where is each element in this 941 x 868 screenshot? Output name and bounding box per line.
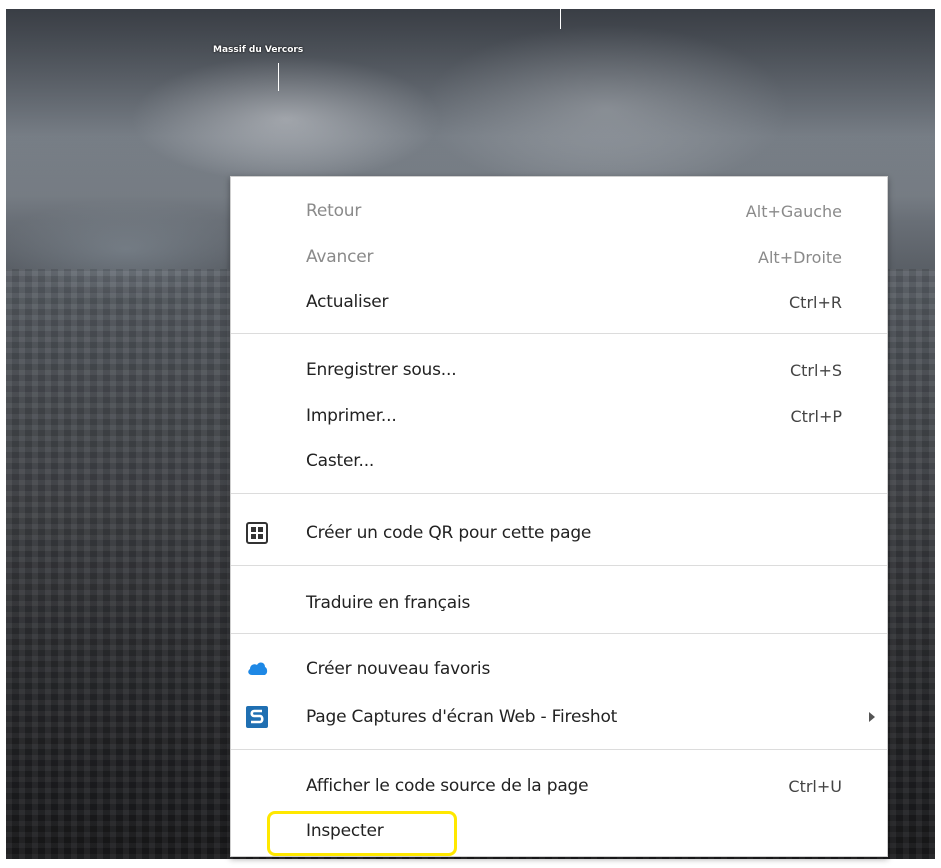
peak-label: Massif du Vercors [213,45,304,55]
submenu-arrow-icon [869,712,875,722]
menu-item-shortcut: Ctrl+S [789,360,842,380]
menu-separator [231,749,887,750]
menu-item-label: Avancer [306,247,374,267]
menu-item-save-as[interactable]: Enregistrer sous... Ctrl+S [231,350,887,390]
menu-separator [231,493,887,494]
fireshot-icon [246,706,268,728]
menu-item-label: Imprimer... [306,406,397,426]
menu-item-shortcut: Ctrl+R [789,292,842,312]
menu-item-print[interactable]: Imprimer... Ctrl+P [231,396,887,436]
menu-item-label: Afficher le code source de la page [306,776,589,796]
menu-item-shortcut: Ctrl+P [790,406,842,426]
menu-item-back[interactable]: Retour Alt+Gauche [231,191,887,231]
menu-item-label: Retour [306,201,362,221]
menu-item-label: Créer nouveau favoris [306,659,491,679]
menu-separator [231,565,887,566]
menu-item-cast[interactable]: Caster... [231,441,887,481]
menu-separator [231,633,887,634]
menu-item-label: Créer un code QR pour cette page [306,523,592,543]
peak-marker-line [278,63,279,91]
menu-item-qr-code[interactable]: Créer un code QR pour cette page [231,513,887,553]
menu-item-new-favorite[interactable]: Créer nouveau favoris [231,649,887,689]
context-menu: Retour Alt+Gauche Avancer Alt+Droite Act… [230,176,888,857]
menu-item-label: Page Captures d'écran Web - Fireshot [306,707,618,727]
menu-item-label: Actualiser [306,292,389,312]
inspect-highlight-box [267,811,457,856]
menu-item-reload[interactable]: Actualiser Ctrl+R [231,282,887,322]
menu-item-label: Traduire en français [306,593,471,613]
menu-item-shortcut: Ctrl+U [788,776,842,796]
qr-code-icon [246,522,268,544]
menu-item-fireshot[interactable]: Page Captures d'écran Web - Fireshot [231,697,887,737]
menu-item-shortcut: Alt+Droite [758,247,842,267]
menu-item-shortcut: Alt+Gauche [745,201,842,221]
menu-separator [231,333,887,334]
marker-line [560,9,561,29]
menu-item-translate[interactable]: Traduire en français [231,583,887,623]
menu-item-view-source[interactable]: Afficher le code source de la page Ctrl+… [231,766,887,806]
menu-item-label: Caster... [306,451,375,471]
menu-item-forward[interactable]: Avancer Alt+Droite [231,237,887,277]
menu-item-label: Enregistrer sous... [306,360,457,380]
cloud-icon [246,658,268,680]
